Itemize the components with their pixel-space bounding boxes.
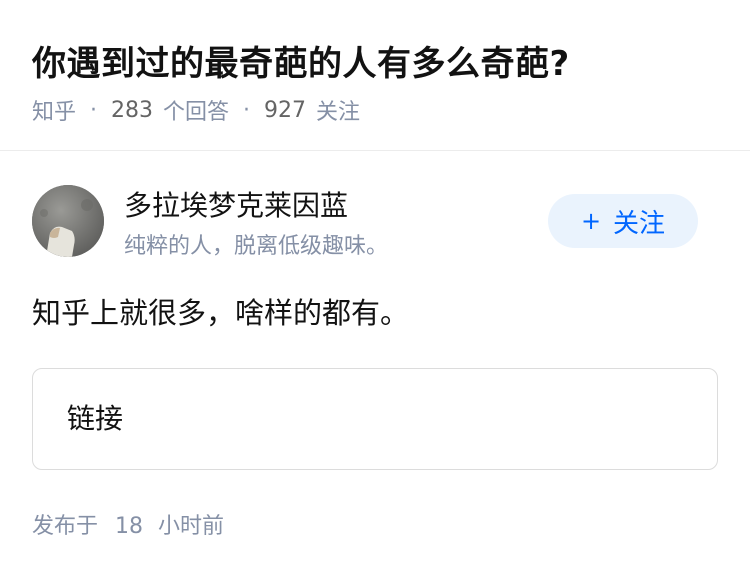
follow-button[interactable]: + 关注	[548, 194, 698, 248]
follow-count: 927	[264, 97, 307, 123]
author-avatar[interactable]	[32, 185, 104, 257]
answer-count: 283	[111, 97, 154, 123]
answer-text: 知乎上就很多，啥样的都有。	[32, 296, 410, 330]
question-header: 你遇到过的最奇葩的人有多么奇葩? 知乎 · 283 个回答 · 927 关注	[0, 0, 750, 151]
source-label[interactable]: 知乎	[32, 94, 76, 126]
author-bio: 纯粹的人，脱离低级趣味。	[124, 234, 389, 259]
publish-value: 18	[115, 514, 144, 539]
avatar-photo-icon	[32, 185, 104, 257]
plus-icon: +	[580, 207, 602, 235]
link-card-label: 链接	[67, 402, 124, 435]
publish-unit: 小时前	[158, 514, 225, 539]
publish-time: 发布于 18 小时前	[32, 508, 224, 540]
question-meta: 知乎 · 283 个回答 · 927 关注	[32, 94, 360, 126]
publish-label: 发布于	[32, 514, 99, 539]
question-title[interactable]: 你遇到过的最奇葩的人有多么奇葩?	[32, 36, 570, 85]
answer-page: 你遇到过的最奇葩的人有多么奇葩? 知乎 · 283 个回答 · 927 关注 多…	[0, 0, 750, 572]
author-name[interactable]: 多拉埃梦克莱因蓝	[124, 184, 348, 224]
meta-separator: ·	[243, 97, 251, 123]
follow-button-label: 关注	[613, 208, 666, 239]
meta-separator: ·	[90, 97, 98, 123]
follow-count-label: 关注	[316, 100, 361, 125]
link-card[interactable]: 链接	[32, 368, 718, 470]
answer-count-label: 个回答	[163, 100, 230, 125]
